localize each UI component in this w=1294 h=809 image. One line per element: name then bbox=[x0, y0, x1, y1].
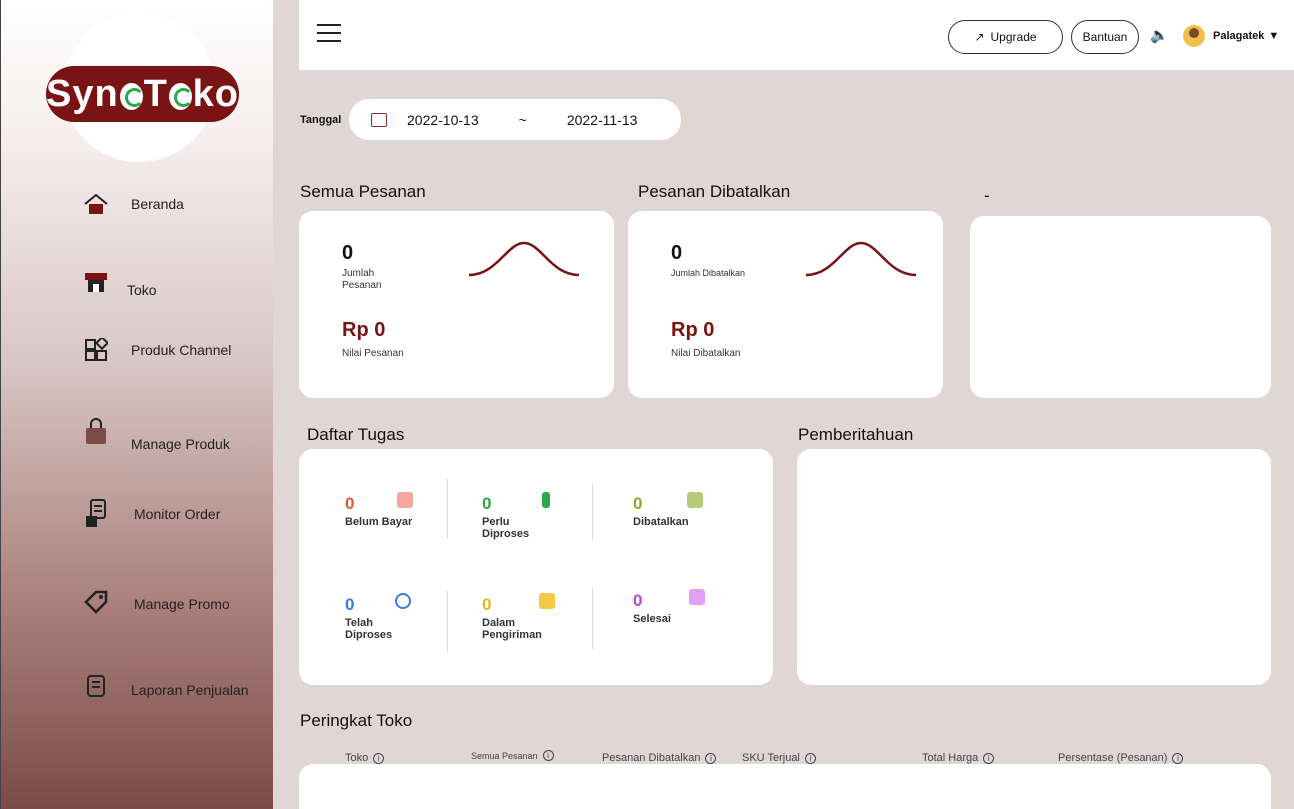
daftar-tugas-title: Daftar Tugas bbox=[307, 425, 405, 444]
column-header-toko[interactable]: Toko i bbox=[345, 752, 385, 764]
sidebar-item-label: Monitor Order bbox=[134, 506, 221, 522]
info-icon[interactable]: i bbox=[983, 752, 995, 764]
topbar: ↗ Upgrade Bantuan 🔈 Palagatek ▼ bbox=[299, 0, 1294, 70]
trend-wave-icon bbox=[468, 241, 580, 277]
jumlah-dibatalkan-value: 0 bbox=[671, 242, 683, 264]
trend-wave-icon bbox=[805, 241, 917, 277]
speaker-icon[interactable]: 🔈 bbox=[1150, 26, 1169, 44]
daftar-tugas-card: 0 Belum Bayar 0 Perlu Diproses 0 Dibatal… bbox=[299, 449, 773, 685]
pemberitahuan-card bbox=[797, 449, 1271, 685]
date-range-picker[interactable]: 2022-10-13 ~ 2022-11-13 bbox=[349, 99, 681, 140]
column-header-persentase[interactable]: Persentase (Pesanan) i bbox=[1058, 752, 1184, 764]
upgrade-button[interactable]: ↗ Upgrade bbox=[948, 20, 1063, 54]
info-icon[interactable]: i bbox=[1172, 752, 1184, 764]
column-header-sku-terjual[interactable]: SKU Terjual i bbox=[742, 752, 816, 764]
semua-pesanan-title: Semua Pesanan bbox=[300, 182, 426, 201]
user-menu[interactable]: Palagatek ▼ bbox=[1213, 30, 1279, 42]
bantuan-button[interactable]: Bantuan bbox=[1071, 20, 1139, 54]
hourglass-icon bbox=[542, 492, 550, 508]
date-filter-label: Tanggal bbox=[300, 114, 342, 126]
refresh-icon bbox=[395, 593, 411, 609]
tag-icon bbox=[81, 588, 111, 616]
menu-toggle-icon[interactable] bbox=[317, 24, 341, 46]
pesanan-dibatalkan-title: Pesanan Dibatalkan bbox=[638, 182, 791, 201]
sidebar-item-beranda[interactable]: Beranda bbox=[81, 190, 184, 218]
truck-icon bbox=[539, 593, 555, 609]
sidebar-item-label: Manage Produk bbox=[131, 436, 230, 452]
money-icon bbox=[397, 492, 413, 508]
sidebar-item-label: Laporan Penjualan bbox=[131, 682, 249, 698]
store-icon bbox=[81, 269, 111, 297]
sidebar-item-label: Produk Channel bbox=[131, 342, 232, 358]
trending-up-icon: ↗ bbox=[974, 30, 985, 44]
logo[interactable]: Syn Tko bbox=[46, 66, 239, 122]
peringkat-table bbox=[299, 764, 1271, 809]
jumlah-pesanan-value: 0 bbox=[342, 242, 354, 264]
divider bbox=[592, 483, 593, 541]
sidebar-item-toko[interactable]: Toko bbox=[81, 268, 157, 298]
nilai-pesanan-value: Rp 0 bbox=[342, 319, 386, 341]
column-header-pesanan-dibatalkan[interactable]: Pesanan Dibatalkan i bbox=[602, 752, 717, 764]
nilai-dibatalkan-value: Rp 0 bbox=[671, 319, 715, 341]
avatar[interactable] bbox=[1183, 25, 1205, 47]
info-icon[interactable]: i bbox=[542, 750, 554, 761]
column-header-semua-pesanan[interactable]: Semua Pesanan i bbox=[471, 750, 554, 761]
bag-icon bbox=[81, 418, 111, 446]
box-check-icon bbox=[689, 589, 705, 605]
sidebar-item-produk-channel[interactable]: Produk Channel bbox=[81, 336, 231, 364]
info-icon[interactable]: i bbox=[804, 752, 816, 764]
nilai-pesanan-label: Nilai Pesanan bbox=[342, 348, 404, 359]
column-header-total-harga[interactable]: Total Harga i bbox=[922, 752, 995, 764]
pemberitahuan-title: Pemberitahuan bbox=[798, 425, 914, 444]
order-icon bbox=[81, 499, 111, 528]
jumlah-pesanan-label: Jumlah Pesanan bbox=[342, 268, 382, 291]
box-cancel-icon bbox=[687, 492, 703, 508]
caret-down-icon: ▼ bbox=[1268, 30, 1280, 42]
pesanan-dibatalkan-card: 0 Jumlah Dibatalkan Rp 0 Nilai Dibatalka… bbox=[628, 211, 943, 398]
grid-icon bbox=[81, 336, 111, 364]
start-date[interactable]: 2022-10-13 bbox=[407, 112, 479, 128]
peringkat-toko-title: Peringkat Toko bbox=[300, 711, 413, 730]
calendar-icon bbox=[371, 112, 387, 127]
nilai-dibatalkan-label: Nilai Dibatalkan bbox=[671, 348, 741, 359]
divider bbox=[447, 591, 448, 653]
divider bbox=[447, 479, 448, 539]
sidebar-item-laporan-penjualan[interactable]: Laporan Penjualan bbox=[81, 672, 249, 700]
third-panel-title: - bbox=[984, 186, 990, 205]
info-icon[interactable]: i bbox=[373, 752, 385, 764]
sidebar-item-label: Toko bbox=[127, 282, 157, 298]
end-date[interactable]: 2022-11-13 bbox=[567, 112, 638, 128]
info-icon[interactable]: i bbox=[705, 752, 717, 764]
third-panel-card bbox=[970, 216, 1271, 398]
sidebar-item-label: Manage Promo bbox=[134, 596, 230, 612]
sidebar-item-manage-produk[interactable]: Manage Produk bbox=[81, 412, 230, 452]
semua-pesanan-card: 0 Jumlah Pesanan Rp 0 Nilai Pesanan bbox=[299, 211, 614, 398]
sidebar-item-label: Beranda bbox=[131, 196, 184, 212]
sidebar: Syn Tko Beranda Toko Produk Channel Manag… bbox=[0, 0, 273, 809]
home-icon bbox=[81, 190, 111, 218]
sidebar-item-manage-promo[interactable]: Manage Promo bbox=[81, 588, 230, 616]
sidebar-item-monitor-order[interactable]: Monitor Order bbox=[81, 499, 221, 528]
date-separator: ~ bbox=[518, 111, 527, 128]
jumlah-dibatalkan-label: Jumlah Dibatalkan bbox=[671, 268, 746, 278]
report-icon bbox=[81, 672, 111, 700]
divider bbox=[592, 587, 593, 649]
